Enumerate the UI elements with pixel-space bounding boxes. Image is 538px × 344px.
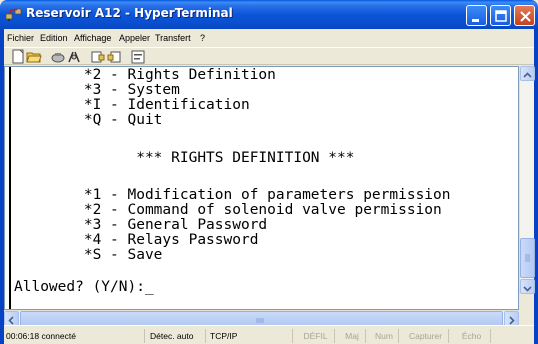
maximize-button[interactable] bbox=[490, 5, 511, 26]
vertical-scrollbar[interactable] bbox=[519, 66, 535, 294]
minimize-icon bbox=[472, 19, 479, 22]
status-connection-time: 00:06:18 connecté bbox=[4, 329, 145, 343]
window-title: Reservoir A12 - HyperTerminal bbox=[26, 6, 233, 20]
menu-edition[interactable]: Edition bbox=[40, 33, 68, 43]
properties-button[interactable] bbox=[130, 49, 146, 64]
menu-appeler[interactable]: Appeler bbox=[119, 33, 150, 43]
menu-affichage[interactable]: Affichage bbox=[74, 33, 111, 43]
terminal-line: Allowed? (Y/N):_ bbox=[14, 279, 154, 295]
menu-fichier[interactable]: Fichier bbox=[7, 33, 34, 43]
terminal-line: *I - Identification bbox=[14, 97, 250, 113]
grip-icon bbox=[525, 254, 530, 262]
maximize-icon bbox=[495, 10, 507, 22]
send-file-button[interactable] bbox=[90, 49, 106, 64]
close-icon bbox=[520, 11, 531, 22]
new-document-icon bbox=[12, 49, 24, 64]
terminal-left-border bbox=[9, 67, 11, 309]
terminal-line: *2 - Rights Definition bbox=[14, 67, 276, 83]
menu-bar: Fichier Edition Affichage Appeler Transfert? bbox=[4, 29, 534, 47]
minimize-button[interactable] bbox=[466, 5, 487, 26]
scroll-left-button[interactable] bbox=[4, 311, 19, 326]
status-detection: Détec. auto bbox=[148, 329, 206, 343]
status-echo: Écho bbox=[451, 329, 491, 343]
send-file-icon bbox=[91, 51, 105, 63]
terminal-line: *3 - System bbox=[14, 82, 180, 98]
status-protocol: TCP/IP bbox=[208, 329, 293, 343]
open-folder-button[interactable] bbox=[26, 49, 42, 64]
horizontal-scroll-thumb[interactable] bbox=[20, 311, 503, 326]
scroll-corner bbox=[519, 294, 534, 325]
terminal-line: *4 - Relays Password bbox=[14, 232, 259, 248]
status-num: Num bbox=[368, 329, 399, 343]
terminal-line: *Q - Quit bbox=[14, 112, 163, 128]
scroll-right-button[interactable] bbox=[504, 311, 519, 326]
menu-help[interactable]: ? bbox=[200, 33, 205, 43]
receive-file-icon bbox=[107, 51, 121, 63]
disconnect-button[interactable] bbox=[66, 49, 82, 64]
terminal-screen[interactable]: *2 - Rights Definition *3 - System *I - … bbox=[4, 66, 519, 310]
call-icon bbox=[51, 53, 65, 63]
menu-transfert[interactable]: Transfert bbox=[155, 33, 191, 43]
close-button[interactable] bbox=[514, 5, 535, 26]
status-print bbox=[493, 329, 534, 343]
status-bar: 00:06:18 connecté Détec. auto TCP/IP DÉF… bbox=[4, 325, 534, 344]
hyperterminal-app-icon[interactable] bbox=[5, 6, 22, 22]
scroll-down-button[interactable] bbox=[520, 279, 535, 294]
status-capture: Capturer bbox=[401, 329, 449, 343]
chevron-up-icon bbox=[523, 72, 532, 78]
status-scroll: DÉFIL bbox=[295, 329, 335, 343]
call-button[interactable] bbox=[50, 49, 66, 64]
terminal-line: *S - Save bbox=[14, 247, 163, 263]
terminal-line: *1 - Modification of parameters permissi… bbox=[14, 187, 451, 203]
open-folder-icon bbox=[26, 52, 42, 63]
disconnect-icon bbox=[68, 51, 80, 63]
toolbar bbox=[4, 47, 534, 65]
title-bar[interactable]: Reservoir A12 - HyperTerminal bbox=[0, 0, 538, 29]
vertical-scroll-thumb[interactable] bbox=[520, 238, 535, 278]
properties-icon bbox=[131, 50, 145, 64]
status-caps: Maj bbox=[337, 329, 366, 343]
scroll-up-button[interactable] bbox=[520, 66, 535, 81]
terminal-line: *** RIGHTS DEFINITION *** bbox=[14, 150, 355, 166]
horizontal-scrollbar[interactable] bbox=[4, 310, 519, 326]
terminal-line: *2 - Command of solenoid valve permissio… bbox=[14, 202, 442, 218]
terminal-line: *3 - General Password bbox=[14, 217, 268, 233]
receive-file-button[interactable] bbox=[106, 49, 122, 64]
new-document-button[interactable] bbox=[10, 49, 26, 64]
